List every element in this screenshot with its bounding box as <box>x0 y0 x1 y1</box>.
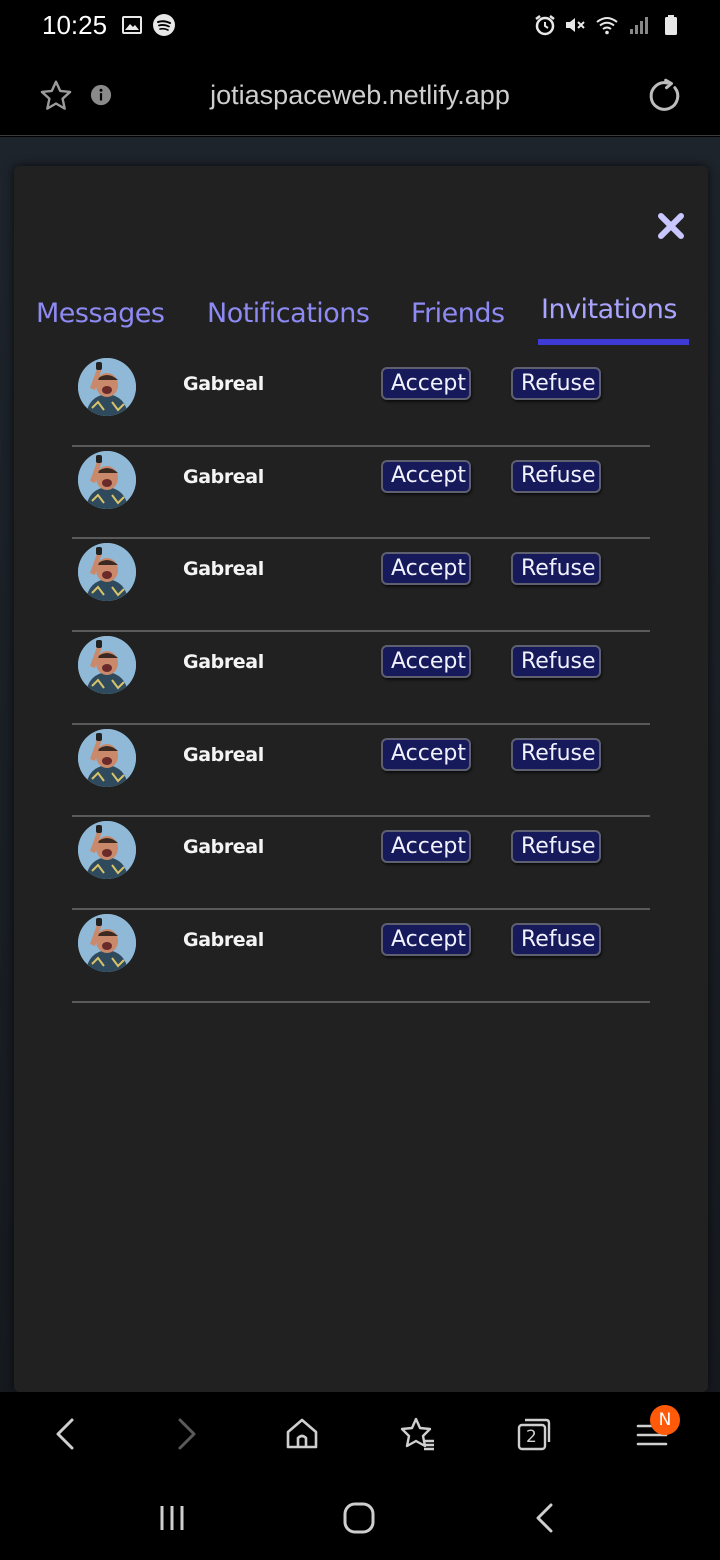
refuse-button[interactable]: Refuse <box>511 645 601 679</box>
invitation-row: Gabreal Accept Refuse <box>72 910 650 1003</box>
mute-icon <box>566 18 585 32</box>
invitation-name: Gabreal <box>183 558 264 581</box>
accept-button[interactable]: Accept <box>381 645 471 679</box>
invitation-row: Gabreal Accept Refuse <box>72 725 650 818</box>
home-icon[interactable] <box>282 1414 322 1454</box>
invitation-name: Gabreal <box>183 929 264 952</box>
menu-badge: N <box>650 1405 680 1435</box>
invitation-row: Gabreal Accept Refuse <box>72 539 650 633</box>
avatar <box>78 450 136 509</box>
avatar <box>78 358 136 416</box>
invitation-name: Gabreal <box>183 465 264 488</box>
avatar <box>78 821 136 880</box>
refuse-button[interactable]: Refuse <box>511 737 601 771</box>
signal-icon <box>630 17 648 34</box>
image-icon <box>122 16 142 34</box>
accept-button[interactable]: Accept <box>381 830 471 864</box>
tab-messages[interactable]: Messages <box>36 298 165 329</box>
refuse-button[interactable]: Refuse <box>511 923 601 957</box>
tab-count: 2 <box>526 1427 537 1447</box>
invitation-row: Gabreal Accept Refuse <box>72 817 650 911</box>
spotify-icon <box>153 14 175 36</box>
browser-bottom-nav: 2 <box>0 1392 720 1478</box>
battery-icon <box>665 15 677 35</box>
invitation-row: Gabreal Accept Refuse <box>72 447 650 540</box>
invitation-list: Gabreal Accept Refuse Gabreal Accept Ref <box>72 354 650 1003</box>
accept-button[interactable]: Accept <box>381 367 471 400</box>
accept-button[interactable]: Accept <box>381 552 471 586</box>
avatar <box>78 914 136 973</box>
forward-icon[interactable] <box>166 1414 206 1454</box>
reload-icon[interactable] <box>644 76 684 116</box>
avatar <box>78 543 136 602</box>
tab-bar: Messages Notifications Friends Invitatio… <box>14 294 708 350</box>
status-bar: 10:25 <box>0 0 720 54</box>
refuse-button[interactable]: Refuse <box>511 830 601 864</box>
invitation-name: Gabreal <box>183 651 264 674</box>
home-button-icon[interactable] <box>339 1498 379 1538</box>
tab-invitations[interactable]: Invitations <box>541 294 677 325</box>
refuse-button[interactable]: Refuse <box>511 367 601 400</box>
accept-button[interactable]: Accept <box>381 737 471 771</box>
invitations-modal: Messages Notifications Friends Invitatio… <box>14 166 708 1392</box>
tab-friends[interactable]: Friends <box>411 298 505 329</box>
accept-button[interactable]: Accept <box>381 923 471 957</box>
back-icon[interactable] <box>526 1498 566 1538</box>
accept-button[interactable]: Accept <box>381 459 471 493</box>
bookmarks-icon[interactable] <box>398 1414 438 1454</box>
url-text[interactable]: jotiaspaceweb.netlify.app <box>0 80 720 111</box>
browser-bar: jotiaspaceweb.netlify.app <box>0 54 720 136</box>
alarm-icon <box>535 15 555 36</box>
refuse-button[interactable]: Refuse <box>511 459 601 493</box>
system-nav <box>0 1478 720 1560</box>
tab-notifications[interactable]: Notifications <box>207 298 370 329</box>
recents-icon[interactable] <box>152 1498 192 1538</box>
tabs-icon[interactable]: 2 <box>514 1414 554 1454</box>
active-tab-underline <box>538 339 689 345</box>
invitation-row: Gabreal Accept Refuse <box>72 354 650 447</box>
avatar <box>78 636 136 695</box>
close-icon[interactable] <box>655 210 687 242</box>
invitation-row: Gabreal Accept Refuse <box>72 632 650 725</box>
refuse-button[interactable]: Refuse <box>511 552 601 586</box>
avatar <box>78 728 136 787</box>
invitation-name: Gabreal <box>183 836 264 859</box>
status-time: 10:25 <box>42 10 108 40</box>
back-icon[interactable] <box>46 1414 86 1454</box>
invitation-name: Gabreal <box>183 373 264 395</box>
wifi-icon <box>596 17 618 35</box>
invitation-name: Gabreal <box>183 743 264 766</box>
